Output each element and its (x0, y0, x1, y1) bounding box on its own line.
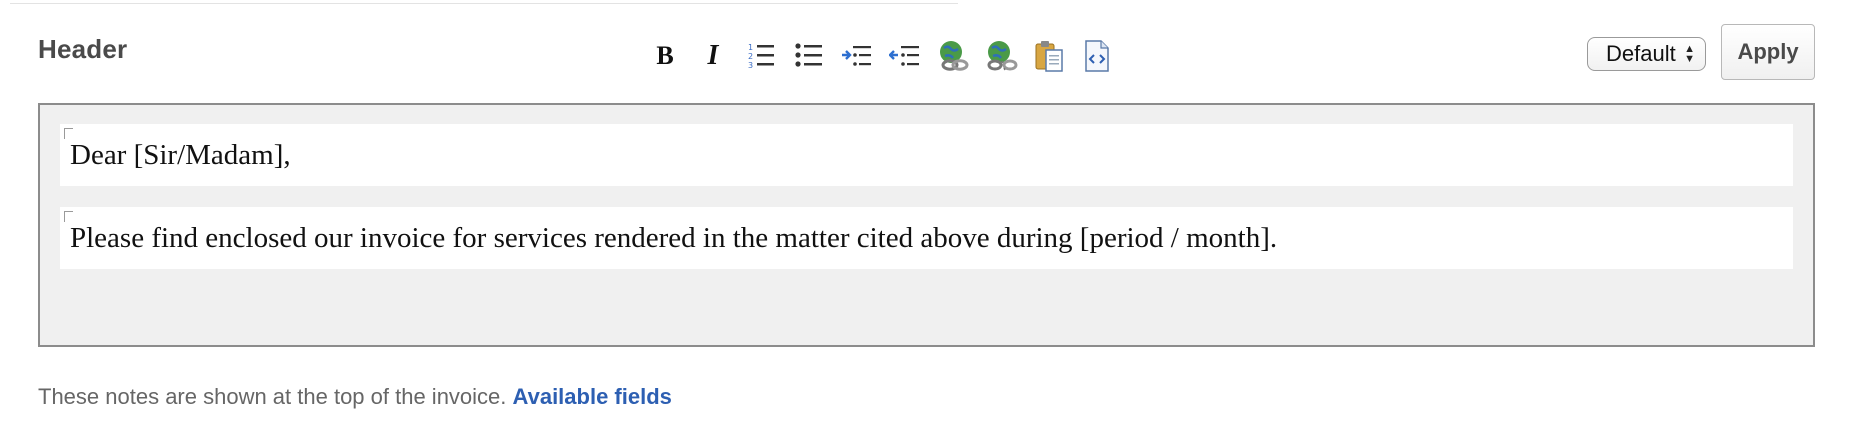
insert-link-icon (940, 41, 969, 71)
paragraph-style-select[interactable]: Default ▲ ▼ (1587, 37, 1706, 71)
help-text: These notes are shown at the top of the … (38, 384, 672, 410)
outdent-icon (889, 46, 919, 66)
bold-button[interactable]: B (648, 39, 682, 73)
rich-text-editor[interactable]: Dear [Sir/Madam], Please find enclosed o… (38, 103, 1815, 347)
ordered-list-icon: 1 2 3 (748, 43, 774, 70)
unordered-list-icon (795, 43, 822, 67)
ordered-list-button[interactable]: 1 2 3 (744, 39, 778, 73)
select-arrows-icon: ▲ ▼ (1684, 43, 1695, 65)
editor-paragraph[interactable]: Dear [Sir/Madam], (60, 124, 1793, 186)
outdent-button[interactable] (888, 39, 922, 73)
apply-button[interactable]: Apply (1721, 24, 1815, 80)
remove-link-icon (987, 41, 1018, 71)
html-source-button[interactable] (1080, 39, 1114, 73)
editor-paragraph-text: Please find enclosed our invoice for ser… (70, 222, 1278, 254)
paste-icon (1035, 41, 1063, 72)
help-description: These notes are shown at the top of the … (38, 384, 507, 409)
svg-text:1: 1 (748, 43, 753, 52)
style-select-value: Default (1606, 41, 1676, 66)
bold-icon: B (656, 41, 674, 70)
svg-text:2: 2 (748, 52, 753, 61)
top-divider (10, 3, 958, 4)
editor-paragraph-text: Dear [Sir/Madam], (70, 139, 291, 171)
italic-button[interactable]: I (696, 39, 730, 73)
indent-icon (842, 46, 871, 66)
svg-text:3: 3 (748, 61, 753, 70)
paste-button[interactable] (1032, 39, 1066, 73)
remove-link-button[interactable] (984, 39, 1018, 73)
indent-button[interactable] (840, 39, 874, 73)
available-fields-link[interactable]: Available fields (513, 384, 672, 409)
insert-link-button[interactable] (936, 39, 970, 73)
html-source-icon (1085, 40, 1109, 72)
unordered-list-button[interactable] (792, 39, 826, 73)
editor-paragraph[interactable]: Please find enclosed our invoice for ser… (60, 207, 1793, 269)
italic-icon: I (707, 40, 719, 71)
paragraph-marker-icon (64, 211, 73, 222)
editor-toolbar: B I 1 2 3 (648, 36, 1114, 76)
paragraph-marker-icon (64, 128, 73, 139)
section-title: Header (38, 34, 128, 64)
invoice-header-notes-panel: Header B I 1 2 3 Default ▲ ▼ Apply Dear … (0, 0, 1850, 434)
